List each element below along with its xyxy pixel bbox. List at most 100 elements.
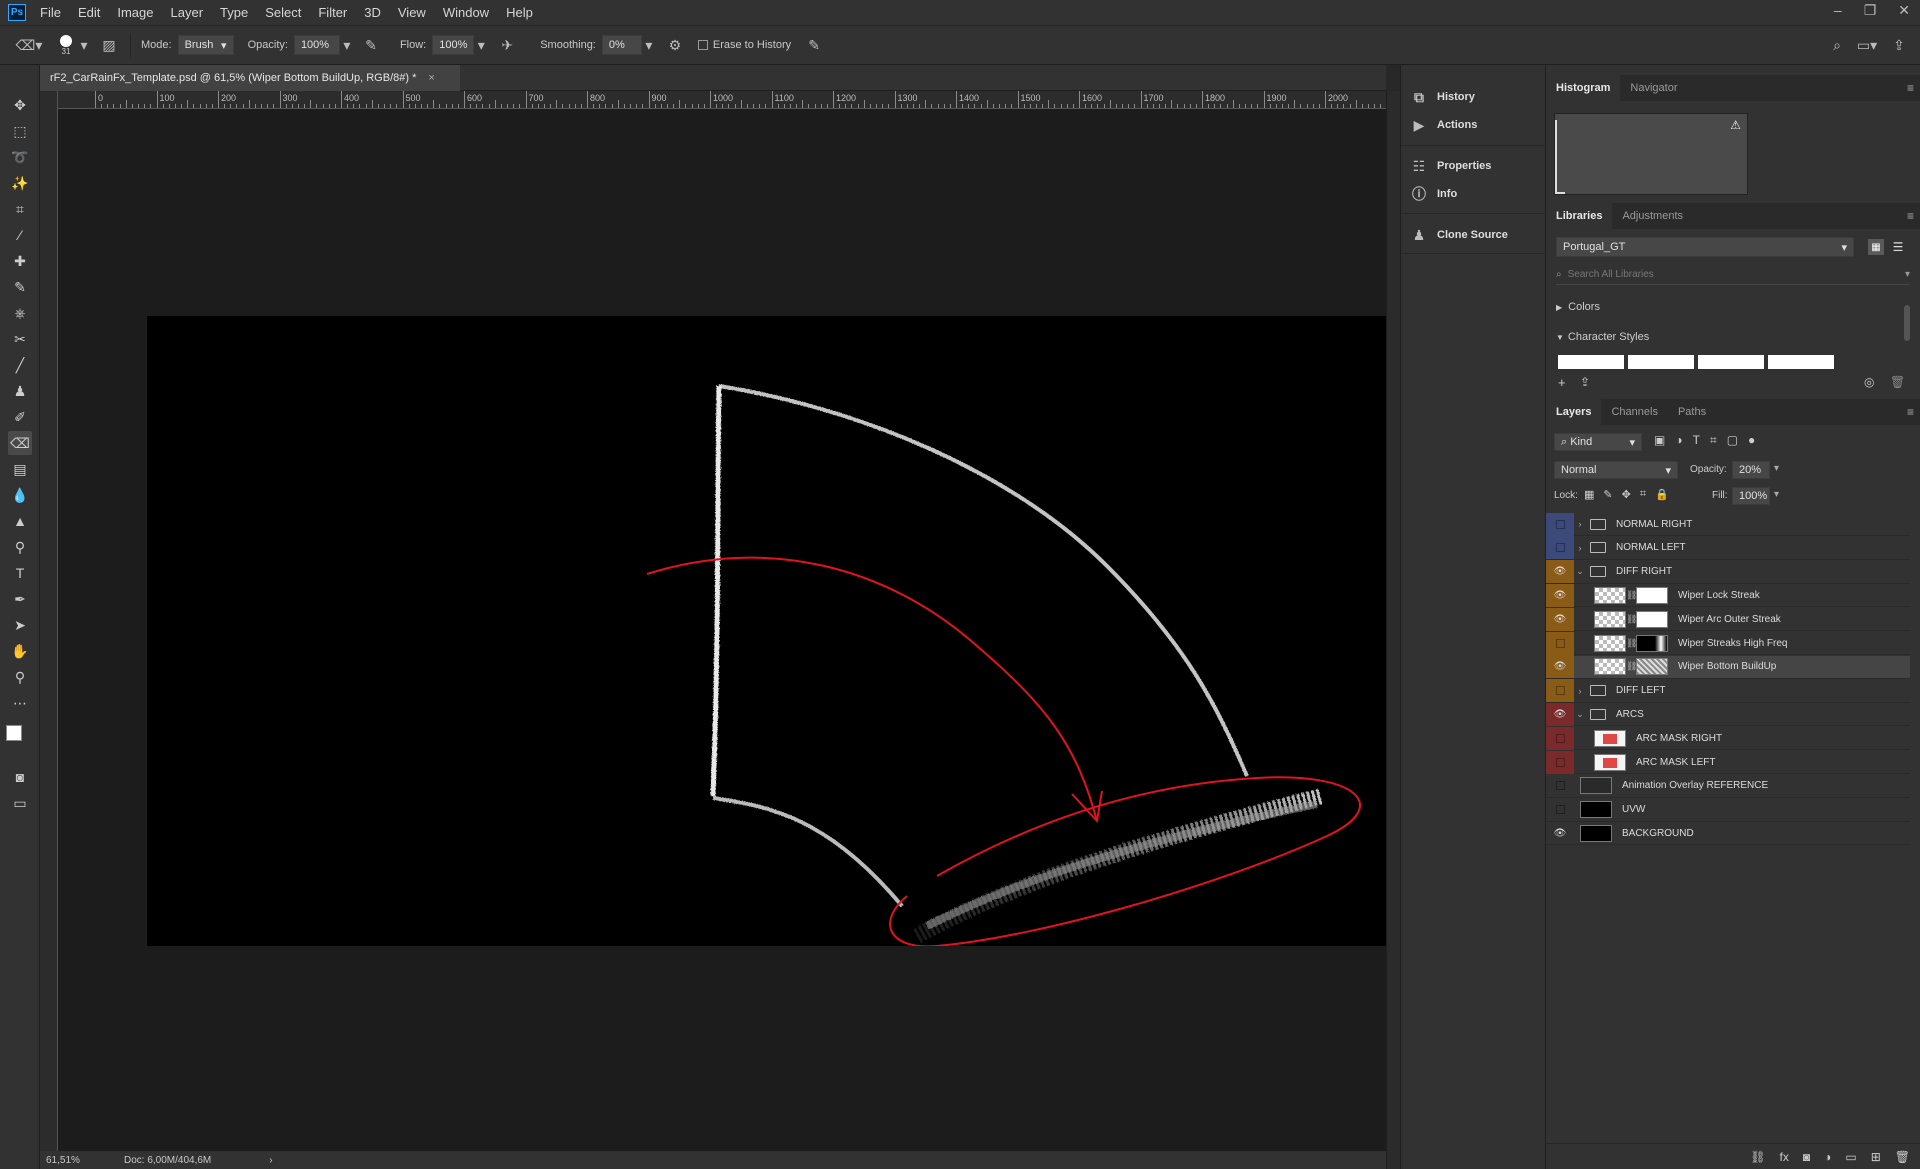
layer-group-row[interactable]: › DIFF LEFT [1546, 679, 1910, 703]
restore-icon[interactable]: ❐ [1864, 2, 1877, 19]
workspace-icon[interactable]: ▭▾ [1850, 37, 1884, 54]
dodge-tool-icon[interactable]: ⚲ [8, 535, 32, 559]
tab-navigator[interactable]: Navigator [1620, 75, 1687, 101]
visibility-toggle[interactable] [1546, 750, 1574, 774]
eye-icon[interactable]: 👁 [1546, 822, 1574, 845]
dock-actions[interactable]: ▶ Actions [1409, 113, 1478, 137]
layer-row[interactable]: ARC MASK LEFT [1546, 750, 1910, 774]
layer-opacity-input[interactable]: 20% [1732, 461, 1770, 479]
menu-type[interactable]: Type [220, 5, 248, 20]
visibility-toggle[interactable] [1546, 536, 1574, 560]
minimize-icon[interactable]: – [1834, 2, 1842, 19]
healing-brush-tool-icon[interactable]: ✚ [8, 249, 32, 273]
chevron-down-icon[interactable]: ▾ [642, 37, 656, 54]
library-section-character-styles[interactable]: ▼ Character Styles [1556, 331, 1649, 343]
mask-link-icon[interactable]: ⛓ [1626, 638, 1637, 649]
eye-icon[interactable]: 👁 [1546, 655, 1574, 679]
blur-tool-icon[interactable]: 💧 [8, 483, 32, 507]
dock-history[interactable]: ⧉ History [1409, 85, 1475, 109]
magic-wand-tool-icon[interactable]: ✨ [8, 171, 32, 195]
move-tool-icon[interactable]: ✥ [8, 93, 32, 117]
upload-icon[interactable]: ⇪ [1580, 375, 1590, 389]
dock-info[interactable]: ⓘ Info [1409, 182, 1457, 206]
tab-layers[interactable]: Layers [1546, 399, 1602, 425]
fx-icon[interactable]: fx [1780, 1150, 1789, 1164]
layer-mask-thumbnail[interactable] [1636, 586, 1668, 604]
new-group-icon[interactable]: ▭ [1845, 1150, 1856, 1164]
brush-settings-icon[interactable]: ▨ [98, 37, 120, 54]
close-window-icon[interactable]: ✕ [1898, 2, 1910, 19]
brush-size-picker[interactable]: 31 [56, 34, 76, 56]
screen-mode-icon[interactable]: ▭ [8, 791, 32, 815]
flow-input[interactable]: 100% [432, 35, 475, 55]
layer-mask-thumbnail[interactable] [1636, 634, 1668, 652]
chevron-down-icon[interactable]: ⌄ [1574, 566, 1586, 577]
marquee-tool-icon[interactable]: ⬚ [8, 119, 32, 143]
tab-paths[interactable]: Paths [1668, 399, 1716, 425]
menu-view[interactable]: View [398, 5, 426, 20]
trash-icon[interactable]: 🗑 [1890, 375, 1905, 389]
type-filter-icon[interactable]: T [1693, 433, 1700, 448]
eraser-tool-icon[interactable]: ⌫ [8, 431, 32, 455]
layer-row[interactable]: 👁 ⛓ Wiper Arc Outer Streak [1546, 607, 1910, 632]
panel-menu-icon[interactable]: ≡ [1907, 81, 1914, 95]
canvas-vertical-scrollbar[interactable] [1386, 91, 1400, 1169]
shape-filter-icon[interactable]: ⌗ [1710, 433, 1717, 448]
gear-icon[interactable]: ⚙ [662, 37, 688, 54]
opacity-input[interactable]: 100% [293, 35, 340, 55]
tab-channels[interactable]: Channels [1601, 399, 1667, 425]
history-brush-tool-icon[interactable]: ✂ [8, 327, 32, 351]
dock-clone-source[interactable]: ♟ Clone Source [1409, 223, 1508, 247]
hand-tool-icon[interactable]: ✋ [8, 639, 32, 663]
art-brush-tool-icon[interactable]: ✐ [8, 405, 32, 429]
zoom-level[interactable]: 61,51% [40, 1155, 124, 1166]
smoothing-input[interactable]: 0% [601, 35, 642, 55]
mask-link-icon[interactable]: ⛓ [1626, 661, 1637, 672]
layer-row[interactable]: 👁 BACKGROUND [1546, 822, 1910, 846]
layer-row[interactable]: 👁 ⛓ Wiper Bottom BuildUp [1546, 655, 1910, 679]
layer-row[interactable]: UVW [1546, 799, 1910, 822]
layer-group-row[interactable]: › NORMAL LEFT [1546, 536, 1910, 560]
chevron-down-icon[interactable]: ⌄ [1574, 709, 1586, 720]
blend-mode-dropdown[interactable]: Normal ▾ [1554, 461, 1678, 479]
lock-artboard-icon[interactable]: ⌗ [1640, 488, 1646, 501]
mode-dropdown[interactable]: Brush ▾ [177, 35, 234, 55]
link-layers-icon[interactable]: ⛓ [1750, 1150, 1765, 1164]
pen-tool-icon[interactable]: ✒ [8, 587, 32, 611]
layer-row[interactable]: 👁 ⛓ Wiper Lock Streak [1546, 583, 1910, 608]
eyedropper-tool-icon[interactable]: ⁄ [8, 223, 32, 247]
menu-help[interactable]: Help [506, 5, 533, 20]
add-mask-icon[interactable]: ◙ [1803, 1150, 1810, 1164]
list-view-icon[interactable]: ☰ [1890, 239, 1906, 255]
search-icon[interactable]: ⌕ [1824, 37, 1850, 54]
menu-edit[interactable]: Edit [78, 5, 100, 20]
warning-icon[interactable]: ⚠ [1730, 118, 1741, 132]
pressure-size-icon[interactable]: ✎ [801, 37, 827, 54]
quick-mask-icon[interactable]: ◙ [8, 765, 32, 789]
menu-filter[interactable]: Filter [318, 5, 347, 20]
layer-row[interactable]: ARC MASK RIGHT [1546, 726, 1910, 751]
lock-pixels-icon[interactable]: ✎ [1603, 488, 1612, 501]
lock-position-icon[interactable]: ✥ [1622, 488, 1631, 501]
chevron-down-icon[interactable]: ▾ [340, 37, 354, 54]
character-style-swatch[interactable] [1558, 355, 1624, 369]
eye-icon[interactable]: 👁 [1546, 560, 1574, 584]
share-icon[interactable]: ⇪ [1884, 37, 1914, 54]
layer-group-row[interactable]: 👁 ⌄ ARCS [1546, 702, 1910, 727]
character-style-swatch[interactable] [1768, 355, 1834, 369]
canvas-area[interactable] [58, 109, 1406, 1151]
erase-history-checkbox[interactable] [697, 40, 708, 50]
crop-tool-icon[interactable]: ⌗ [8, 197, 32, 221]
visibility-toggle[interactable] [1546, 512, 1574, 536]
foreground-color-swatch[interactable] [6, 725, 22, 741]
path-selection-tool-icon[interactable]: ➤ [8, 613, 32, 637]
menu-file[interactable]: File [40, 5, 61, 20]
chevron-down-icon[interactable]: ▾ [474, 37, 488, 54]
chevron-down-icon[interactable]: ▾ [1774, 463, 1779, 474]
add-icon[interactable]: + [1558, 375, 1566, 390]
eye-icon[interactable]: 👁 [1546, 583, 1574, 607]
layer-group-row[interactable]: › NORMAL RIGHT [1546, 512, 1910, 536]
mask-link-icon[interactable]: ⛓ [1626, 614, 1637, 625]
more-tools-icon[interactable]: ⋯ [8, 691, 32, 715]
menu-3d[interactable]: 3D [364, 5, 381, 20]
